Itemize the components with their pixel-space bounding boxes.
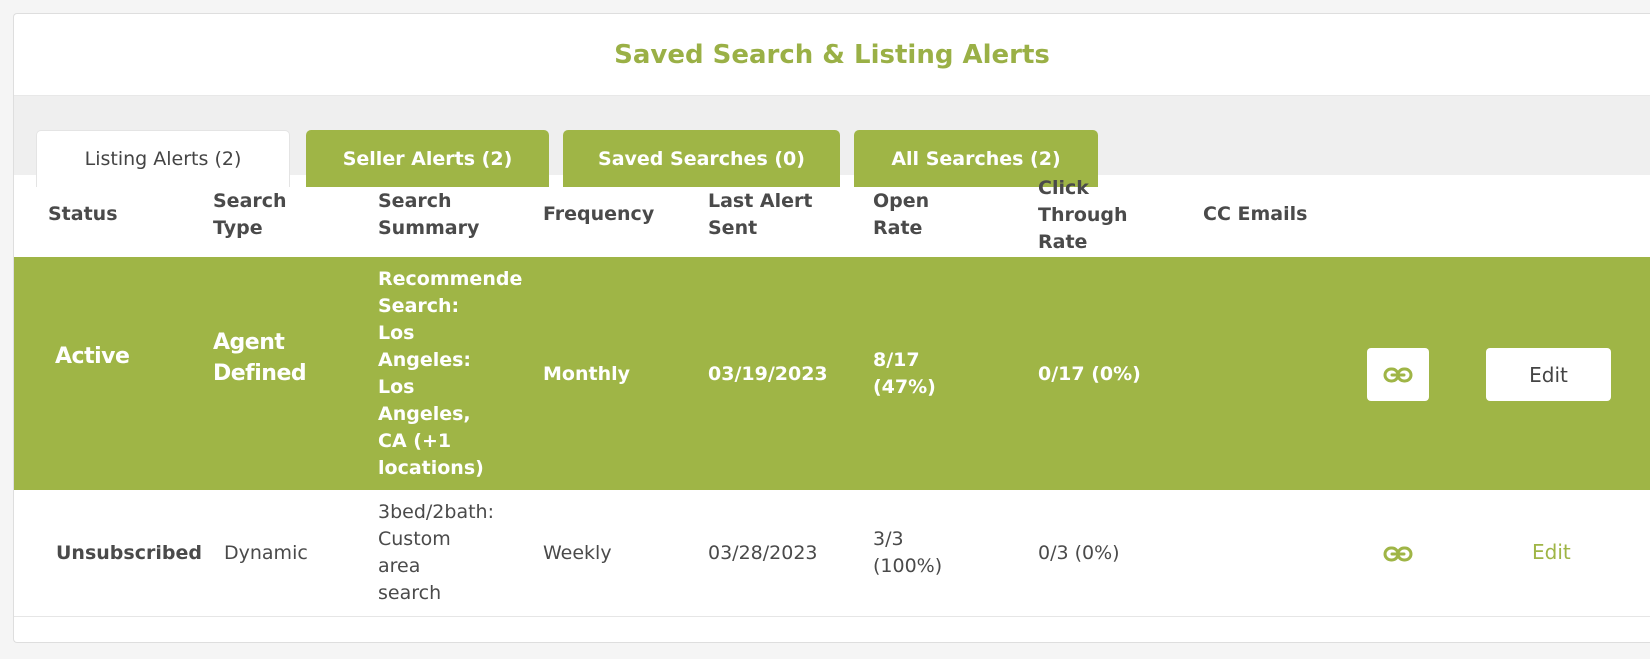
page-title: Saved Search & Listing Alerts [614,39,1050,70]
click-through-cell: 0/17 (0%) [1038,363,1141,385]
last-alert-cell: 03/28/2023 [708,542,818,564]
status-cell: Active [55,344,130,369]
frequency-cell: Monthly [543,363,630,385]
link-icon [1383,367,1413,382]
link-icon [1383,546,1413,561]
alerts-panel: Saved Search & Listing Alerts Listing Al… [13,13,1650,643]
copy-link-button[interactable] [1367,527,1429,580]
edit-button[interactable]: Edit [1486,348,1611,401]
search-type-cell: Agent Defined [213,330,307,386]
header-frequency: Frequency [543,203,655,225]
status-cell: Unsubscribed [56,542,202,564]
search-summary-cell: Recommende Search: Los Angeles: Los Ange… [378,268,523,479]
frequency-cell: Weekly [543,542,612,564]
header-open-rate: Open Rate [873,190,930,239]
copy-link-button[interactable] [1367,348,1429,401]
open-rate-cell: 8/17 (47%) [873,349,936,398]
header-status: Status [48,203,118,225]
last-alert-cell: 03/19/2023 [708,363,828,385]
click-through-cell: 0/3 (0%) [1038,542,1120,564]
table-row: Unsubscribed Dynamic 3bed/2bath: Custom … [14,490,1650,617]
header-search-summary: Search Summary [378,190,480,239]
alerts-table: Status Search Type Search Summary Frequenc… [14,175,1650,617]
header-cc-emails: CC Emails [1203,203,1308,225]
header-search-type: Search Type [213,190,287,239]
header-click-through-rate: Click Through Rate [1038,177,1128,253]
header-last-alert-sent: Last Alert Sent [708,190,813,239]
table-header: Status Search Type Search Summary Frequenc… [14,175,1650,257]
open-rate-cell: 3/3 (100%) [873,528,943,577]
search-type-cell: Dynamic [224,542,308,564]
search-summary-cell: 3bed/2bath: Custom area search [378,501,494,604]
tabs-bar: Listing Alerts (2) Seller Alerts (2) Sav… [14,95,1650,187]
edit-link[interactable]: Edit [1532,540,1571,564]
table-row: Active Agent Defined Recommende Search: L… [14,257,1650,490]
